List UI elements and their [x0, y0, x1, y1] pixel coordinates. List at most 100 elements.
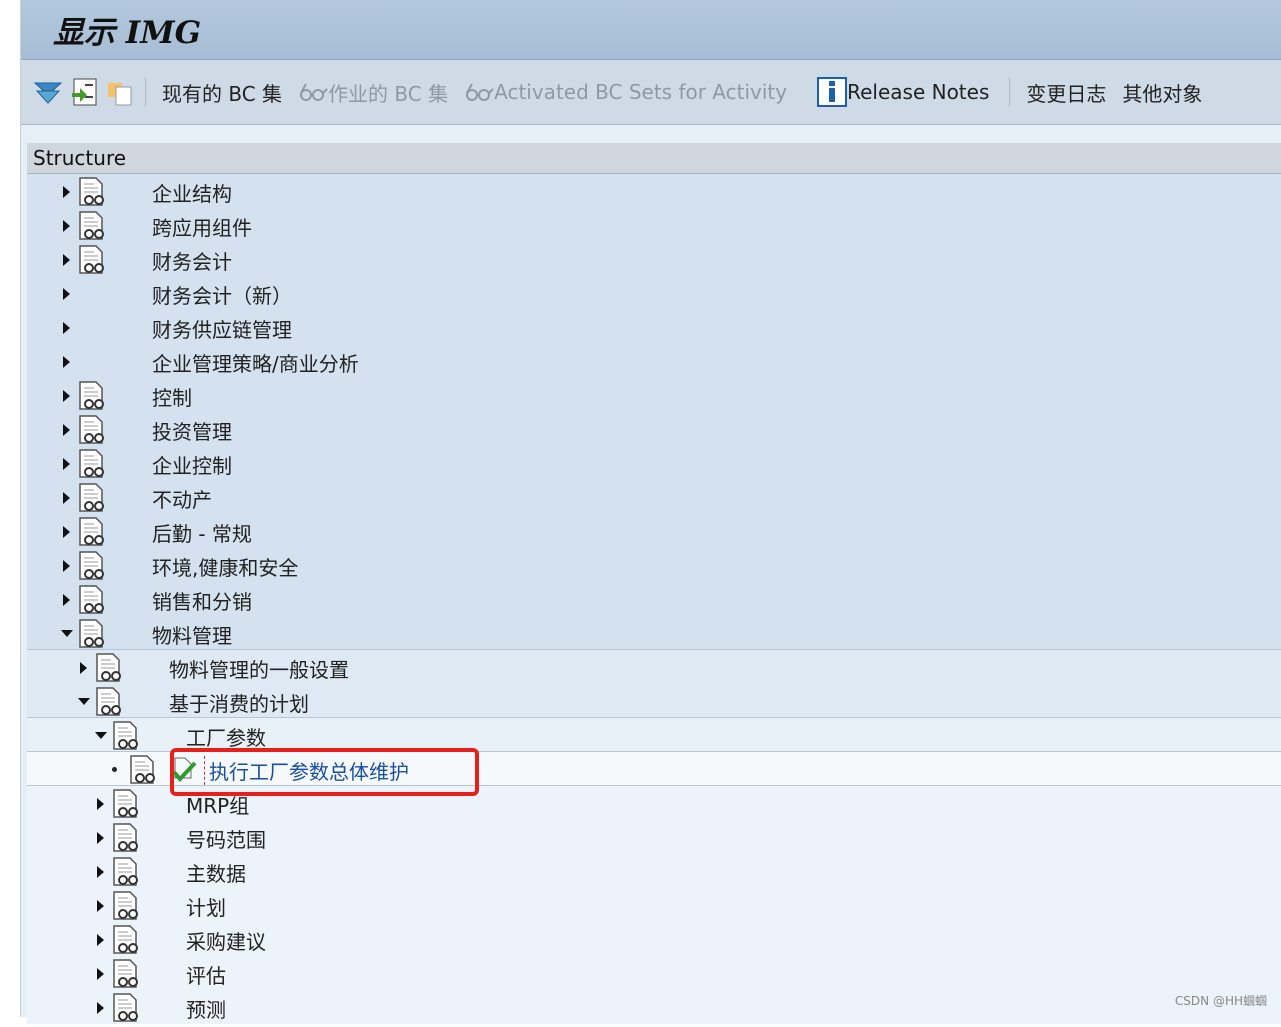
toolbar-button-4[interactable]: 变更日志 [1026, 78, 1106, 107]
tree-row-label[interactable]: 工厂参数 [186, 722, 266, 751]
tree-row[interactable]: 财务供应链管理 [27, 310, 1281, 344]
tree-row[interactable]: 采购建议 [27, 922, 1281, 956]
tree-row[interactable]: 工厂参数 [27, 718, 1281, 752]
tree-row[interactable]: 基于消费的计划 [27, 684, 1281, 718]
tree-row-label[interactable]: 评估 [186, 960, 226, 989]
tree-row[interactable]: 企业控制 [27, 446, 1281, 480]
documentation-icon[interactable] [112, 721, 140, 750]
tree-row-label[interactable]: 企业控制 [152, 450, 232, 479]
expand-arrow-icon[interactable] [63, 254, 70, 266]
tree-row[interactable]: 号码范围 [27, 820, 1281, 854]
tree-row[interactable]: 物料管理的一般设置 [27, 650, 1281, 684]
expand-arrow-icon[interactable] [97, 866, 104, 878]
documentation-icon[interactable] [112, 789, 140, 818]
tree-row-label[interactable]: 预测 [186, 994, 226, 1023]
tree-row[interactable]: 物料管理 [27, 616, 1281, 650]
expand-arrow-icon[interactable] [63, 458, 70, 470]
expand-arrow-icon[interactable] [97, 968, 104, 980]
documentation-icon[interactable] [78, 585, 106, 614]
documentation-icon[interactable] [78, 551, 106, 580]
tree-row-label[interactable]: 企业管理策略/商业分析 [152, 348, 359, 377]
tree-row-label[interactable]: 环境,健康和安全 [152, 552, 298, 581]
documentation-icon[interactable] [112, 925, 140, 954]
tree-row-label[interactable]: 后勤 - 常规 [152, 518, 252, 547]
tree-row-label[interactable]: 财务供应链管理 [152, 314, 292, 343]
expand-arrow-icon[interactable] [63, 492, 70, 504]
documentation-icon[interactable] [78, 415, 106, 444]
toolbar-button-0[interactable]: 现有的 BC 集 [162, 78, 282, 107]
documentation-icon[interactable] [78, 245, 106, 274]
tree-row[interactable]: 控制 [27, 378, 1281, 412]
tree-row[interactable]: 预测 [27, 990, 1281, 1024]
toolbar-button-1[interactable]: 作业的 BC 集 [298, 78, 448, 107]
expand-arrow-icon[interactable] [97, 1002, 104, 1014]
paste-icon[interactable] [105, 77, 135, 107]
expand-arrow-icon[interactable] [97, 934, 104, 946]
documentation-icon[interactable] [112, 823, 140, 852]
tree-row[interactable]: 投资管理 [27, 412, 1281, 446]
tree-row-label[interactable]: 不动产 [152, 484, 212, 513]
documentation-icon[interactable] [112, 993, 140, 1022]
documentation-icon[interactable] [112, 891, 140, 920]
expand-all-icon[interactable] [33, 77, 63, 107]
toolbar-button-5[interactable]: 其他对象 [1122, 78, 1202, 107]
tree-row[interactable]: 财务会计（新） [27, 276, 1281, 310]
expand-arrow-icon[interactable] [63, 526, 70, 538]
tree-row-label[interactable]: 投资管理 [152, 416, 232, 445]
documentation-icon[interactable] [78, 517, 106, 546]
collapse-arrow-icon[interactable] [95, 732, 107, 739]
documentation-icon[interactable] [129, 755, 157, 784]
expand-arrow-icon[interactable] [63, 560, 70, 572]
tree-row[interactable]: 企业管理策略/商业分析 [27, 344, 1281, 378]
tree-row[interactable]: 后勤 - 常规 [27, 514, 1281, 548]
tree-row-label[interactable]: 财务会计 [152, 246, 232, 275]
documentation-icon[interactable] [112, 857, 140, 886]
documentation-icon[interactable] [78, 381, 106, 410]
collapse-arrow-icon[interactable] [61, 630, 73, 637]
tree-row[interactable]: 企业结构 [27, 174, 1281, 208]
tree-row-label[interactable]: 物料管理的一般设置 [169, 654, 349, 683]
expand-arrow-icon[interactable] [63, 424, 70, 436]
documentation-icon[interactable] [78, 483, 106, 512]
expand-arrow-icon[interactable] [97, 798, 104, 810]
expand-arrow-icon[interactable] [63, 594, 70, 606]
tree-row-label[interactable]: 采购建议 [186, 926, 266, 955]
documentation-icon[interactable] [78, 211, 106, 240]
collapse-arrow-icon[interactable] [78, 698, 90, 705]
documentation-icon[interactable] [95, 653, 123, 682]
tree-row-label[interactable]: 企业结构 [152, 178, 232, 207]
toolbar-button-2[interactable]: Activated BC Sets for Activity [464, 80, 787, 104]
tree-row[interactable]: 环境,健康和安全 [27, 548, 1281, 582]
expand-arrow-icon[interactable] [97, 900, 104, 912]
tree-row[interactable]: 计划 [27, 888, 1281, 922]
expand-arrow-icon[interactable] [97, 832, 104, 844]
tree-row-label[interactable]: 控制 [152, 382, 192, 411]
toolbar-button-3[interactable]: Release Notes [817, 77, 989, 107]
expand-arrow-icon[interactable] [63, 186, 70, 198]
expand-arrow-icon[interactable] [63, 356, 70, 368]
expand-arrow-icon[interactable] [63, 322, 70, 334]
documentation-icon[interactable] [95, 687, 123, 716]
tree-row[interactable]: 主数据 [27, 854, 1281, 888]
tree-row-label[interactable]: 计划 [186, 892, 226, 921]
documentation-icon[interactable] [112, 959, 140, 988]
expand-arrow-icon[interactable] [63, 288, 70, 300]
expand-arrow-icon[interactable] [63, 220, 70, 232]
documentation-icon[interactable] [78, 449, 106, 478]
tree-row-label[interactable]: 基于消费的计划 [169, 688, 309, 717]
tree-row[interactable]: 销售和分销 [27, 582, 1281, 616]
documentation-icon[interactable] [78, 177, 106, 206]
tree-row-label[interactable]: 跨应用组件 [152, 212, 252, 241]
tree-row-label[interactable]: 物料管理 [152, 620, 232, 649]
tree-row[interactable]: 跨应用组件 [27, 208, 1281, 242]
tree-row-label[interactable]: 主数据 [186, 858, 246, 887]
tree-row[interactable]: 不动产 [27, 480, 1281, 514]
expand-arrow-icon[interactable] [80, 662, 87, 674]
tree-row-label[interactable]: 号码范围 [186, 824, 266, 853]
tree-row[interactable]: 评估 [27, 956, 1281, 990]
documentation-icon[interactable] [78, 619, 106, 648]
expand-arrow-icon[interactable] [63, 390, 70, 402]
tree-row-label[interactable]: 销售和分销 [152, 586, 252, 615]
import-icon[interactable] [69, 77, 99, 107]
tree-row-label[interactable]: 财务会计（新） [152, 280, 292, 309]
